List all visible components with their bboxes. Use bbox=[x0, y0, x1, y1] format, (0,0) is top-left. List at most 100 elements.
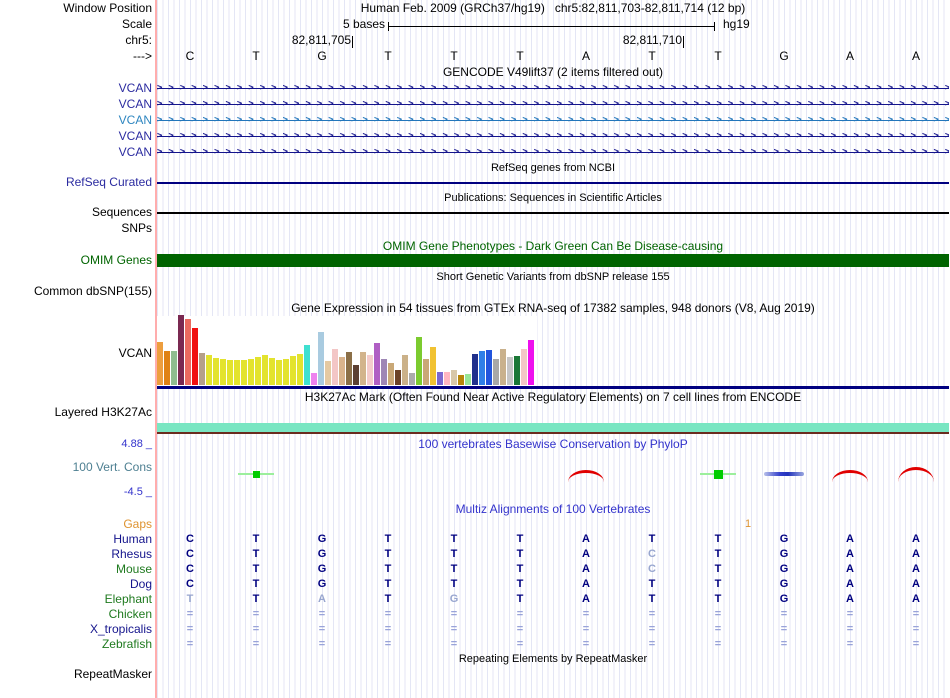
gtex-tissue-bar[interactable] bbox=[178, 315, 184, 385]
gtex-tissue-bar[interactable] bbox=[472, 354, 478, 385]
gtex-tissue-bar[interactable] bbox=[192, 328, 198, 385]
common-dbsnp-label[interactable]: Common dbSNP(155) bbox=[34, 285, 152, 298]
gencode-transcript-intron-line[interactable]: >>>>>>>>>>>>>>>>>>>>>>>>>>>>>>>>>>>>>>>>… bbox=[157, 146, 949, 159]
coordinate-right: 82,811,710 bbox=[622, 33, 682, 47]
gtex-tissue-bar[interactable] bbox=[458, 375, 464, 385]
gtex-tissue-bar[interactable] bbox=[276, 360, 282, 385]
gtex-gene-model-line[interactable] bbox=[157, 386, 949, 389]
gtex-tissue-bar[interactable] bbox=[325, 361, 331, 385]
gtex-tissue-bar[interactable] bbox=[206, 355, 212, 385]
gtex-tissue-bar[interactable] bbox=[409, 373, 415, 385]
multiz-base-cell: A bbox=[846, 533, 854, 545]
gtex-tissue-bar[interactable] bbox=[241, 360, 247, 385]
sequences-label[interactable]: Sequences bbox=[92, 206, 152, 219]
gtex-tissue-bar[interactable] bbox=[248, 359, 254, 385]
gtex-tissue-bar[interactable] bbox=[479, 351, 485, 385]
gtex-tissue-bar[interactable] bbox=[353, 365, 359, 385]
gtex-tissue-bar[interactable] bbox=[290, 356, 296, 385]
gencode-transcript-label[interactable]: VCAN bbox=[119, 114, 152, 127]
gtex-tissue-bar[interactable] bbox=[220, 359, 226, 385]
multiz-species-label[interactable]: Dog bbox=[130, 578, 152, 591]
h3k27ac-signal-band[interactable] bbox=[157, 423, 949, 432]
refseq-curated-item[interactable] bbox=[157, 182, 949, 184]
gtex-tissue-bar[interactable] bbox=[262, 355, 268, 385]
multiz-species-label[interactable]: Human bbox=[113, 533, 152, 546]
gtex-tissue-bar[interactable] bbox=[486, 350, 492, 385]
gtex-tissue-bar[interactable] bbox=[255, 357, 261, 385]
gtex-tissue-bar[interactable] bbox=[465, 374, 471, 385]
sequences-item[interactable] bbox=[157, 212, 949, 214]
gencode-transcript-intron-line[interactable]: >>>>>>>>>>>>>>>>>>>>>>>>>>>>>>>>>>>>>>>>… bbox=[157, 98, 949, 111]
gencode-transcript-label[interactable]: VCAN bbox=[119, 82, 152, 95]
gtex-tissue-bar[interactable] bbox=[381, 359, 387, 385]
multiz-species-label[interactable]: Rhesus bbox=[111, 548, 152, 561]
gencode-transcript-intron-line[interactable]: >>>>>>>>>>>>>>>>>>>>>>>>>>>>>>>>>>>>>>>>… bbox=[157, 130, 949, 143]
gtex-tissue-bar[interactable] bbox=[402, 355, 408, 385]
gaps-row-label[interactable]: Gaps bbox=[123, 518, 152, 531]
gtex-tissue-bar[interactable] bbox=[360, 352, 366, 385]
gtex-tissue-bar[interactable] bbox=[269, 358, 275, 385]
gtex-tissue-bar[interactable] bbox=[423, 359, 429, 385]
multiz-base-cell: A bbox=[582, 548, 590, 560]
gtex-tissue-bar[interactable] bbox=[444, 372, 450, 385]
gtex-tissue-bar[interactable] bbox=[332, 349, 338, 385]
gtex-gene-label[interactable]: VCAN bbox=[119, 347, 152, 360]
gtex-tissue-bar[interactable] bbox=[297, 354, 303, 385]
gtex-tissue-bar[interactable] bbox=[493, 359, 499, 385]
gtex-tissue-bar[interactable] bbox=[346, 352, 352, 385]
gtex-tissue-bar[interactable] bbox=[416, 337, 422, 385]
gtex-tissue-bar[interactable] bbox=[318, 332, 324, 385]
multiz-species-label[interactable]: Zebrafish bbox=[102, 638, 152, 651]
multiz-base-cell: = bbox=[582, 623, 590, 635]
omim-genes-item[interactable] bbox=[157, 254, 949, 267]
gtex-tissue-bar[interactable] bbox=[451, 370, 457, 385]
multiz-species-label[interactable]: X_tropicalis bbox=[90, 623, 152, 636]
gtex-tissue-bar[interactable] bbox=[304, 345, 310, 385]
gtex-tissue-bar[interactable] bbox=[507, 357, 513, 385]
gtex-tissue-bar[interactable] bbox=[367, 355, 373, 385]
snps-label[interactable]: SNPs bbox=[121, 222, 152, 235]
multiz-base-cell: = bbox=[186, 638, 194, 650]
gtex-tissue-bar[interactable] bbox=[234, 360, 240, 385]
gtex-tissue-bar[interactable] bbox=[227, 360, 233, 385]
multiz-base-cell: = bbox=[648, 623, 656, 635]
gtex-tissue-bar[interactable] bbox=[283, 359, 289, 385]
gtex-tissue-bar[interactable] bbox=[395, 370, 401, 385]
gtex-tissue-bar[interactable] bbox=[311, 373, 317, 385]
gencode-transcript-label[interactable]: VCAN bbox=[119, 146, 152, 159]
gtex-tissue-bar[interactable] bbox=[430, 347, 436, 385]
gtex-tissue-bar[interactable] bbox=[171, 351, 177, 385]
gtex-tissue-bar[interactable] bbox=[185, 319, 191, 385]
multiz-base-cell: A bbox=[846, 593, 854, 605]
omim-track-title: OMIM Gene Phenotypes - Dark Green Can Be… bbox=[382, 239, 724, 253]
gencode-transcript-intron-line[interactable]: >>>>>>>>>>>>>>>>>>>>>>>>>>>>>>>>>>>>>>>>… bbox=[157, 114, 949, 127]
gtex-tissue-bar[interactable] bbox=[199, 353, 205, 385]
multiz-base-cell: G bbox=[317, 548, 327, 560]
gencode-transcript-intron-line[interactable]: >>>>>>>>>>>>>>>>>>>>>>>>>>>>>>>>>>>>>>>>… bbox=[157, 82, 949, 95]
refseq-curated-label[interactable]: RefSeq Curated bbox=[66, 176, 152, 189]
repeatmasker-label[interactable]: RepeatMasker bbox=[74, 668, 152, 681]
gtex-tissue-bar[interactable] bbox=[514, 356, 520, 385]
phylop-track-label[interactable]: 100 Vert. Cons bbox=[73, 461, 152, 474]
gtex-tissue-bar[interactable] bbox=[157, 342, 163, 385]
gtex-tissue-bar[interactable] bbox=[374, 343, 380, 385]
gtex-tissue-bar[interactable] bbox=[500, 349, 506, 385]
phylop-max-value: 4.88 _ bbox=[121, 438, 152, 450]
gtex-tissue-bar[interactable] bbox=[164, 351, 170, 385]
gtex-tissue-bar[interactable] bbox=[437, 372, 443, 385]
layered-h3k27ac-label[interactable]: Layered H3K27Ac bbox=[55, 406, 152, 419]
gtex-tissue-bar[interactable] bbox=[521, 349, 527, 385]
multiz-species-label[interactable]: Elephant bbox=[105, 593, 152, 606]
omim-genes-label[interactable]: OMIM Genes bbox=[81, 254, 152, 267]
gtex-tissue-bar[interactable] bbox=[388, 363, 394, 385]
gtex-tissue-bar[interactable] bbox=[339, 357, 345, 385]
multiz-base-cell: G bbox=[779, 593, 789, 605]
multiz-species-label[interactable]: Chicken bbox=[109, 608, 152, 621]
sequence-base: A bbox=[581, 49, 590, 63]
gtex-tissue-bar[interactable] bbox=[528, 340, 534, 385]
gtex-tissue-bar[interactable] bbox=[213, 358, 219, 385]
gencode-transcript-label[interactable]: VCAN bbox=[119, 130, 152, 143]
gencode-transcript-label[interactable]: VCAN bbox=[119, 98, 152, 111]
multiz-species-label[interactable]: Mouse bbox=[116, 563, 152, 576]
strand-direction-label[interactable]: ---> bbox=[133, 50, 152, 63]
